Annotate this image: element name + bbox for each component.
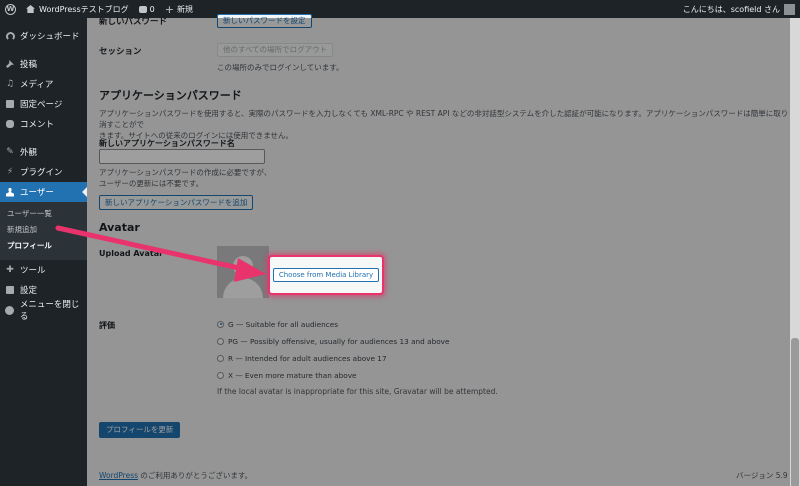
session-label: セッション (99, 47, 142, 57)
gauge-icon (5, 31, 15, 41)
new-label: 新規 (176, 4, 193, 14)
set-new-password-button[interactable]: 新しいパスワードを設定 (217, 14, 312, 28)
comments-count: 0 (149, 4, 155, 14)
scrollbar[interactable] (790, 18, 800, 486)
radio-button[interactable] (217, 371, 224, 379)
app-password-help-line: ユーザーの更新には不要です。 (99, 179, 204, 188)
comment-icon (5, 119, 15, 129)
app-password-help-line: アプリケーションパスワードの作成に必要ですが、 (99, 168, 272, 177)
wrench-icon: ✚ (6, 265, 14, 275)
app-password-name-label: 新しいアプリケーションパスワード名 (99, 139, 235, 148)
footer-thanks: WordPress のご利用ありがとうございます。 (99, 470, 252, 481)
sidebar-item-label: コメント (20, 120, 55, 130)
radio-button[interactable] (217, 354, 224, 362)
rating-option-g[interactable]: G — Suitable for all audiences (217, 318, 498, 330)
plug-icon: ⚡ (6, 167, 14, 177)
sidebar-item-label: 投稿 (20, 60, 38, 70)
add-app-password-button[interactable]: 新しいアプリケーションパスワードを追加 (99, 195, 254, 210)
site-name: WordPressテストブログ (39, 4, 129, 14)
home-icon (26, 5, 35, 13)
rating-option-label: PG — Possibly offensive, usually for aud… (228, 336, 450, 346)
sidebar-item-comments[interactable]: コメント (0, 114, 87, 134)
rating-label: 評価 (99, 321, 115, 330)
sidebar-item-label: ユーザー (20, 188, 54, 198)
submenu-item-profile[interactable]: プロフィール (0, 238, 87, 254)
avatar-preview (217, 246, 269, 298)
session-description: この場所のみでログインしています。 (217, 63, 344, 72)
update-profile-button[interactable]: プロフィールを更新 (99, 422, 181, 438)
sidebar-item-label: ツール (20, 266, 46, 276)
admin-sidebar: ダッシュボード 投稿 ♫ メディア 固定ページ コメント ✎ 外観 ⚡ プラグイ… (0, 18, 87, 486)
users-submenu: ユーザー一覧 新規追加 プロフィール (0, 202, 87, 260)
radio-button[interactable] (217, 337, 224, 345)
sidebar-item-label: メディア (20, 80, 54, 90)
submenu-item-all-users[interactable]: ユーザー一覧 (0, 206, 87, 222)
sidebar-item-plugins[interactable]: ⚡ プラグイン (0, 162, 87, 182)
collapse-menu-button[interactable]: メニューを閉じる (0, 300, 87, 322)
user-avatar-icon (784, 3, 795, 15)
sidebar-item-label: ダッシュボード (20, 32, 80, 42)
app-password-help: アプリケーションパスワードの作成に必要ですが、 ユーザーの更新には不要です。 (99, 167, 271, 189)
avatar-heading: Avatar (99, 221, 140, 234)
sidebar-item-label: 外観 (20, 148, 38, 158)
sidebar-item-label: 固定ページ (20, 100, 63, 110)
greeting: こんにちは、scofield さん (682, 4, 780, 14)
sidebar-item-appearance[interactable]: ✎ 外観 (0, 142, 87, 162)
sidebar-item-label: 設定 (20, 286, 38, 296)
page-icon (5, 99, 15, 109)
upload-avatar-label: Upload Avatar (99, 249, 164, 258)
rating-option-label: R — Intended for adult audiences above 1… (228, 353, 387, 363)
radio-button[interactable] (217, 320, 224, 328)
app-passwords-heading: アプリケーションパスワード (99, 89, 242, 102)
submenu-item-add-new[interactable]: 新規追加 (0, 222, 87, 238)
rating-options: G — Suitable for all audiences PG — Poss… (217, 318, 498, 397)
wordpress-link[interactable]: WordPress (99, 471, 138, 480)
collapse-arrow-icon (5, 305, 15, 315)
scrollbar-thumb[interactable] (791, 338, 799, 486)
my-account-menu[interactable]: こんにちは、scofield さん (678, 0, 800, 18)
sidebar-item-users[interactable]: ユーザー (0, 182, 87, 202)
app-passwords-description: アプリケーションパスワードを使用すると、実際のパスワードを入力しなくても XML… (99, 108, 789, 141)
sidebar-item-tools[interactable]: ✚ ツール (0, 260, 87, 280)
wordpress-logo-icon: W (5, 3, 16, 15)
rating-description: If the local avatar is inappropriate for… (217, 387, 498, 396)
sidebar-item-dashboard[interactable]: ダッシュボード (0, 26, 87, 46)
version-text: バージョン 5.9 (736, 471, 788, 480)
profile-form: 新しいパスワード 新しいパスワードを設定 セッション 他のすべての場所でログアウ… (87, 14, 800, 486)
sidebar-item-posts[interactable]: 投稿 (0, 54, 87, 74)
rating-option-x[interactable]: X — Even more mature than above (217, 369, 498, 381)
app-password-name-input[interactable] (99, 149, 265, 164)
highlight-callout: Choose from Media Library (268, 255, 384, 295)
rating-option-r[interactable]: R — Intended for adult audiences above 1… (217, 352, 498, 364)
sidebar-item-media[interactable]: ♫ メディア (0, 74, 87, 94)
rating-option-pg[interactable]: PG — Possibly offensive, usually for aud… (217, 335, 498, 347)
new-password-label: 新しいパスワード (99, 17, 168, 27)
sidebar-item-label: プラグイン (20, 168, 63, 178)
rating-option-label: X — Even more mature than above (228, 370, 357, 380)
choose-from-media-library-button[interactable]: Choose from Media Library (272, 268, 380, 282)
avatar-placeholder-icon (233, 256, 253, 276)
user-icon (5, 187, 15, 197)
logout-everywhere-button[interactable]: 他のすべての場所でログアウト (217, 43, 334, 57)
paintbrush-icon: ✎ (6, 147, 14, 157)
sidebar-item-label: メニューを閉じる (19, 300, 80, 322)
comment-bubble-icon (138, 5, 147, 13)
footer-thanks-text: のご利用ありがとうございます。 (138, 471, 253, 480)
rating-option-label: G — Suitable for all audiences (228, 319, 339, 329)
app-passwords-desc-line: アプリケーションパスワードを使用すると、実際のパスワードを入力しなくても XML… (99, 109, 789, 129)
pin-icon (5, 59, 15, 69)
sidebar-item-settings[interactable]: 設定 (0, 280, 87, 300)
wp-logo-menu[interactable]: W (0, 0, 21, 18)
media-icon: ♫ (5, 79, 15, 89)
sidebar-item-pages[interactable]: 固定ページ (0, 94, 87, 114)
plus-icon: + (164, 2, 174, 16)
settings-icon (5, 285, 15, 295)
